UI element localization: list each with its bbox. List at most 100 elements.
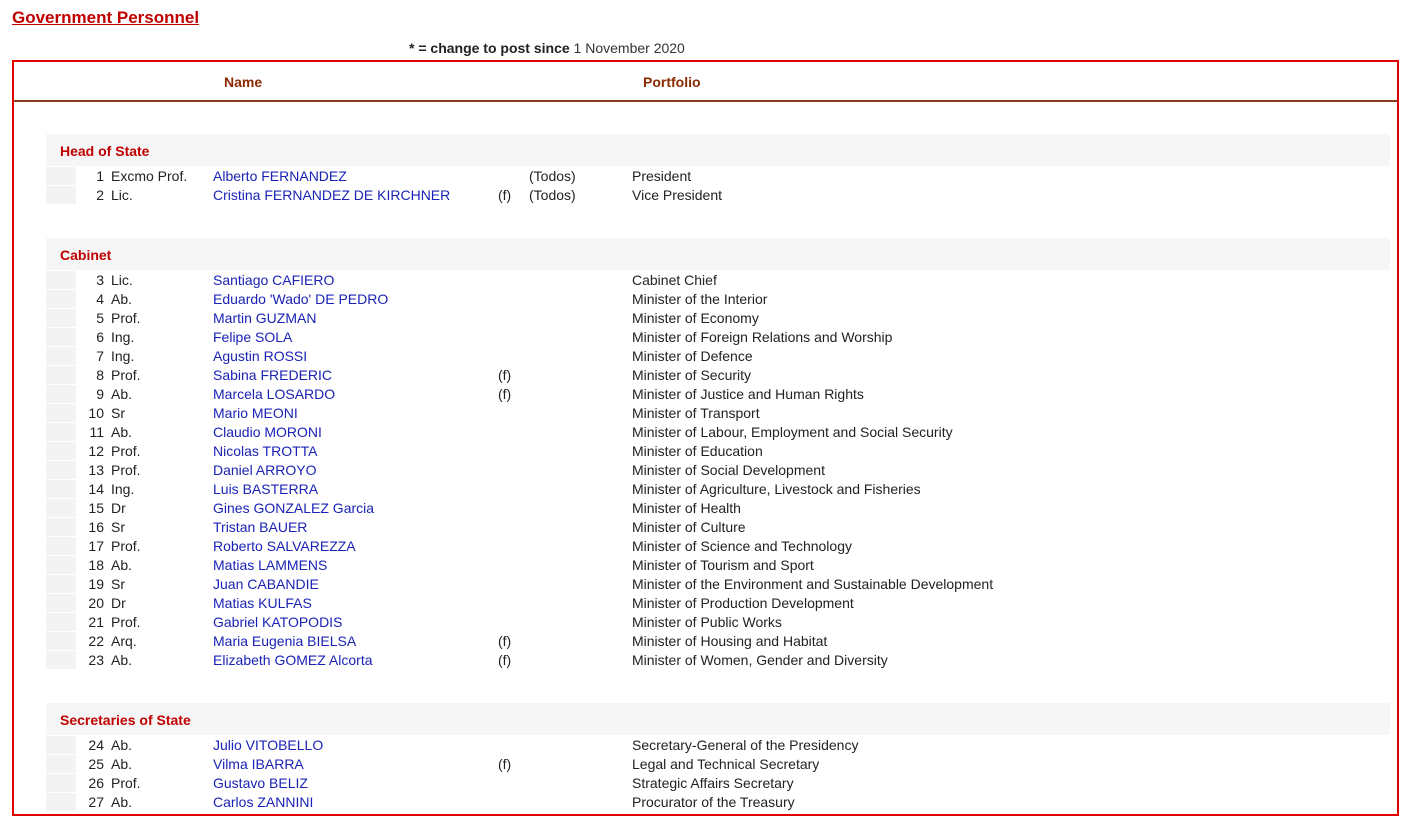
table-row: 16 Sr Tristan BAUER Minister of Culture [14,518,1394,537]
row-number: 21 [88,614,104,630]
row-number-cell [46,309,76,327]
row-number-cell [46,613,76,631]
row-number: 19 [88,576,104,592]
table-row: 9 Ab. Marcela LOSARDO (f) Minister of Justic… [14,385,1394,404]
row-number: 11 [89,424,104,440]
table-row: 19 Sr Juan CABANDIE Minister of the Environ… [14,575,1394,594]
person-name-link[interactable]: Daniel ARROYO [213,462,316,478]
page-title-link[interactable]: Government Personnel [12,8,199,28]
person-title: Ing. [111,481,135,497]
legend-symbol: * = change to post since [409,40,570,56]
female-marker: (f) [498,367,512,383]
person-name-link[interactable]: Tristan BAUER [213,519,307,535]
female-marker: (f) [498,633,512,649]
row-number: 9 [96,386,104,402]
person-name-link[interactable]: Agustin ROSSI [213,348,307,364]
person-title: Ab. [111,737,133,753]
row-number-cell [46,271,76,289]
row-number: 12 [88,443,104,459]
row-number-cell [46,755,76,773]
person-name-link[interactable]: Alberto FERNANDEZ [213,168,347,184]
person-name-link[interactable]: Cristina FERNANDEZ DE KIRCHNER [213,187,450,203]
change-legend: * = change to post since 1 November 2020 [409,40,685,56]
row-number: 16 [88,519,104,535]
portfolio-post: Minister of Health [632,500,741,516]
portfolio-post: Minister of Labour, Employment and Socia… [632,424,953,440]
person-name-link[interactable]: Felipe SOLA [213,329,292,345]
row-number-cell [46,518,76,536]
person-name-link[interactable]: Vilma IBARRA [213,756,304,772]
table-row: 20 Dr Matias KULFAS Minister of Production … [14,594,1394,613]
person-title: Ab. [111,756,133,772]
person-name-link[interactable]: Gustavo BELIZ [213,775,308,791]
person-name-link[interactable]: Santiago CAFIERO [213,272,334,288]
person-title: Ab. [111,652,133,668]
table-row: 17 Prof. Roberto SALVAREZZA Minister of Sci… [14,537,1394,556]
person-name-link[interactable]: Sabina FREDERIC [213,367,332,383]
todos-marker: (Todos) [529,187,576,203]
column-header-portfolio: Portfolio [643,74,701,90]
person-title: Ab. [111,557,133,573]
row-number: 24 [88,737,104,753]
portfolio-post: Minister of Foreign Relations and Worshi… [632,329,893,345]
row-number: 18 [88,557,104,573]
row-number-cell [46,736,76,754]
section-header: Cabinet [46,238,1390,270]
portfolio-post: Vice President [632,187,723,203]
table-row: 4 Ab. Eduardo 'Wado' DE PEDRO Minister of t… [14,290,1394,309]
person-name-link[interactable]: Mario MEONI [213,405,298,421]
row-number: 14 [88,481,104,497]
table-row: 7 Ing. Agustin ROSSI Minister of Defence [14,347,1394,366]
row-number: 1 [96,168,104,184]
person-name-link[interactable]: Matias LAMMENS [213,557,327,573]
row-number-cell [46,793,76,811]
table-row: 5 Prof. Martin GUZMAN Minister of Economy [14,309,1394,328]
table-row: 25 Ab. Vilma IBARRA (f) Legal and Technical … [14,755,1394,774]
legend-date: 1 November 2020 [573,40,685,56]
portfolio-post: Minister of Defence [632,348,753,364]
row-number-cell [46,499,76,517]
person-title: Prof. [111,443,141,459]
person-name-link[interactable]: Maria Eugenia BIELSA [213,633,356,649]
person-title: Prof. [111,462,141,478]
table-row: 15 Dr Gines GONZALEZ Garcia Minister of Hea… [14,499,1394,518]
person-title: Ing. [111,348,135,364]
person-name-link[interactable]: Gines GONZALEZ Garcia [213,500,374,516]
row-number-cell [46,385,76,403]
section-header: Secretaries of State [46,703,1390,735]
person-title: Prof. [111,367,141,383]
person-name-link[interactable]: Nicolas TROTTA [213,443,318,459]
portfolio-post: Legal and Technical Secretary [632,756,820,772]
person-title: Ab. [111,386,133,402]
person-name-link[interactable]: Carlos ZANNINI [213,794,313,810]
person-name-link[interactable]: Luis BASTERRA [213,481,318,497]
table-row: 6 Ing. Felipe SOLA Minister of Foreign Rela… [14,328,1394,347]
person-name-link[interactable]: Juan CABANDIE [213,576,319,592]
person-name-link[interactable]: Elizabeth GOMEZ Alcorta [213,652,373,668]
person-name-link[interactable]: Martin GUZMAN [213,310,316,326]
portfolio-post: Minister of Security [632,367,752,383]
row-number-cell [46,423,76,441]
table-row: 2 Lic. Cristina FERNANDEZ DE KIRCHNER (f) (T… [14,186,1394,205]
portfolio-post: Minister of Women, Gender and Diversity [632,652,888,668]
person-name-link[interactable]: Marcela LOSARDO [213,386,335,402]
person-name-link[interactable]: Roberto SALVAREZZA [213,538,356,554]
person-name-link[interactable]: Eduardo 'Wado' DE PEDRO [213,291,388,307]
person-name-link[interactable]: Julio VITOBELLO [213,737,323,753]
table-header: Name Portfolio [14,62,1397,102]
row-number: 5 [96,310,104,326]
table-row: 3 Lic. Santiago CAFIERO Cabinet Chief [14,271,1394,290]
female-marker: (f) [498,756,512,772]
row-number: 23 [88,652,104,668]
person-name-link[interactable]: Claudio MORONI [213,424,322,440]
table-row: 10 Sr Mario MEONI Minister of Transport [14,404,1394,423]
person-title: Ab. [111,291,133,307]
portfolio-post: Minister of Public Works [632,614,782,630]
portfolio-post: Minister of the Interior [632,291,768,307]
portfolio-post: Minister of Culture [632,519,746,535]
table-row: 22 Arq. Maria Eugenia BIELSA (f) Minister of… [14,632,1394,651]
page: Government Personnel * = change to post … [0,0,1415,833]
person-name-link[interactable]: Matias KULFAS [213,595,312,611]
row-number-cell [46,404,76,422]
person-name-link[interactable]: Gabriel KATOPODIS [213,614,342,630]
